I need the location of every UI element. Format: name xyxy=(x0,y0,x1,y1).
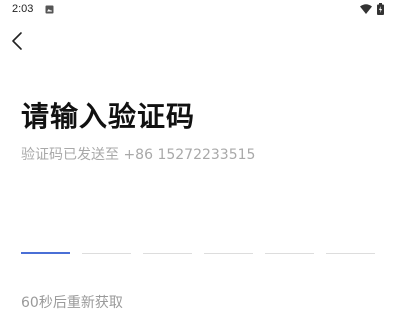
wifi-icon xyxy=(360,4,372,14)
back-button[interactable] xyxy=(6,28,30,54)
verification-code-input[interactable] xyxy=(21,220,375,254)
code-slot-5[interactable] xyxy=(265,220,314,254)
status-bar: 2:03 xyxy=(0,0,396,20)
code-slot-3[interactable] xyxy=(143,220,192,254)
code-slot-6[interactable] xyxy=(326,220,375,254)
page-title: 请输入验证码 xyxy=(21,100,196,133)
status-time: 2:03 xyxy=(12,3,34,15)
code-slot-2[interactable] xyxy=(82,220,131,254)
code-sent-hint: 验证码已发送至 +86 15272233515 xyxy=(21,147,256,163)
chevron-left-icon xyxy=(12,32,22,50)
resend-countdown: 60秒后重新获取 xyxy=(21,295,123,311)
battery-icon xyxy=(377,3,384,15)
code-slot-1[interactable] xyxy=(21,220,70,254)
code-slot-4[interactable] xyxy=(204,220,253,254)
notification-icon xyxy=(45,5,54,14)
